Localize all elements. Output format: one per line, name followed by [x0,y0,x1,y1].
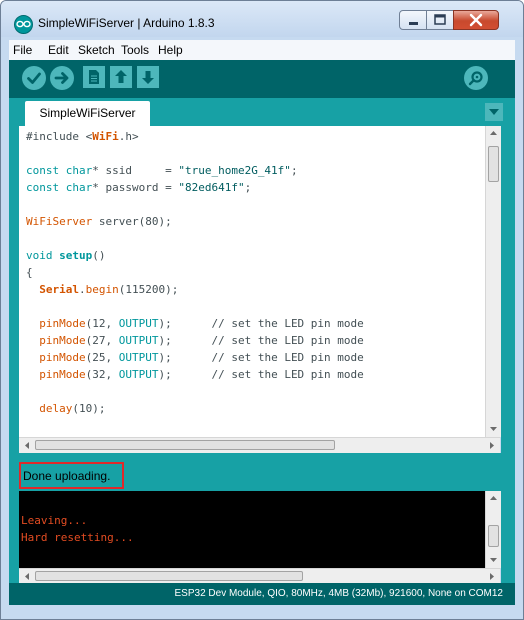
scroll-right-arrow-icon[interactable] [486,438,498,453]
window-title: SimpleWiFiServer | Arduino 1.8.3 [38,16,215,30]
code-line-9: { [26,266,33,279]
toolbar [9,60,515,98]
editor-frame-right [501,126,515,453]
code-line-6: WiFiServer server(80); [26,215,172,228]
code-line-13: pinMode(27, OUTPUT); // set the LED pin … [39,334,364,347]
console-frame-right [501,491,515,583]
new-sketch-button[interactable] [83,66,105,88]
new-icon [89,70,99,84]
code-line-4: const char* password = "82ed641f"; [26,181,252,194]
close-button[interactable] [453,10,499,30]
board-info: ESP32 Dev Module, QIO, 80MHz, 4MB (32Mb)… [174,588,504,599]
status-bar: Done uploading. [9,453,515,491]
editor-horizontal-scroll-thumb[interactable] [35,440,335,450]
arduino-logo-icon [14,15,33,34]
console-vertical-scrollbar[interactable] [485,491,501,568]
code-line-8: void setup() [26,249,106,262]
editor-horizontal-scrollbar[interactable] [19,437,500,454]
code-line-15: pinMode(32, OUTPUT); // set the LED pin … [39,368,364,381]
verify-button[interactable] [22,66,46,90]
menu-file[interactable]: File [13,43,32,57]
minimize-button[interactable] [399,10,427,30]
save-button[interactable] [137,66,159,88]
maximize-button[interactable] [426,10,454,30]
menu-help[interactable]: Help [158,43,183,57]
code-line-10: Serial.begin(115200); [39,283,179,296]
menu-bar: File Edit Sketch Tools Help [9,40,515,60]
console-line-2: Hard resetting... [21,531,134,544]
console-horizontal-scroll-thumb[interactable] [35,571,303,581]
upload-button[interactable] [50,66,74,90]
code-line-3: const char* ssid = "true_home2G_41f"; [26,164,298,177]
scroll-up-arrow-icon[interactable] [486,127,501,139]
scroll-down-arrow-icon[interactable] [486,554,501,566]
maximize-icon [434,14,446,25]
menu-tools[interactable]: Tools [121,43,149,57]
menu-edit[interactable]: Edit [48,43,69,57]
save-icon [142,71,154,84]
tab-menu-button[interactable] [485,103,503,121]
code-line-1: #include <WiFi.h> [26,130,139,143]
verify-icon [27,72,41,84]
editor-vertical-scroll-thumb[interactable] [488,146,499,182]
code-line-17: delay(10); [39,402,106,415]
code-editor[interactable]: #include <WiFi.h> const char* ssid = "tr… [19,126,485,437]
status-message: Done uploading. [23,469,111,483]
scroll-left-arrow-icon[interactable] [21,569,33,584]
minimize-icon [409,22,418,25]
tab-bar: SimpleWiFiServer [9,98,515,126]
console-vertical-scroll-thumb[interactable] [488,525,499,547]
upload-icon [54,72,69,84]
arduino-ide-window: SimpleWiFiServer | Arduino 1.8.3 File Ed… [0,0,524,620]
scroll-right-arrow-icon[interactable] [486,569,498,584]
code-line-14: pinMode(25, OUTPUT); // set the LED pin … [39,351,364,364]
scroll-left-arrow-icon[interactable] [21,438,33,453]
serial-monitor-button[interactable] [464,66,488,90]
board-info-bar: ESP32 Dev Module, QIO, 80MHz, 4MB (32Mb)… [9,583,515,605]
scroll-up-arrow-icon[interactable] [486,492,501,504]
scroll-down-arrow-icon[interactable] [486,423,501,435]
editor-vertical-scrollbar[interactable] [485,126,501,437]
console-line-1: Leaving... [21,514,88,527]
open-button[interactable] [110,66,132,88]
serial-monitor-icon [468,71,483,86]
editor-frame-left [9,126,19,453]
tab-simplewifiserver[interactable]: SimpleWiFiServer [25,101,150,126]
open-icon [115,70,127,83]
chevron-down-icon [489,109,499,115]
title-bar[interactable]: SimpleWiFiServer | Arduino 1.8.3 [1,1,523,37]
code-line-12: pinMode(12, OUTPUT); // set the LED pin … [39,317,364,330]
console-frame-left [9,491,19,583]
output-console[interactable]: Leaving... Hard resetting... [19,491,485,568]
close-icon [469,13,483,27]
console-horizontal-scrollbar[interactable] [19,568,500,584]
menu-sketch[interactable]: Sketch [78,43,115,57]
